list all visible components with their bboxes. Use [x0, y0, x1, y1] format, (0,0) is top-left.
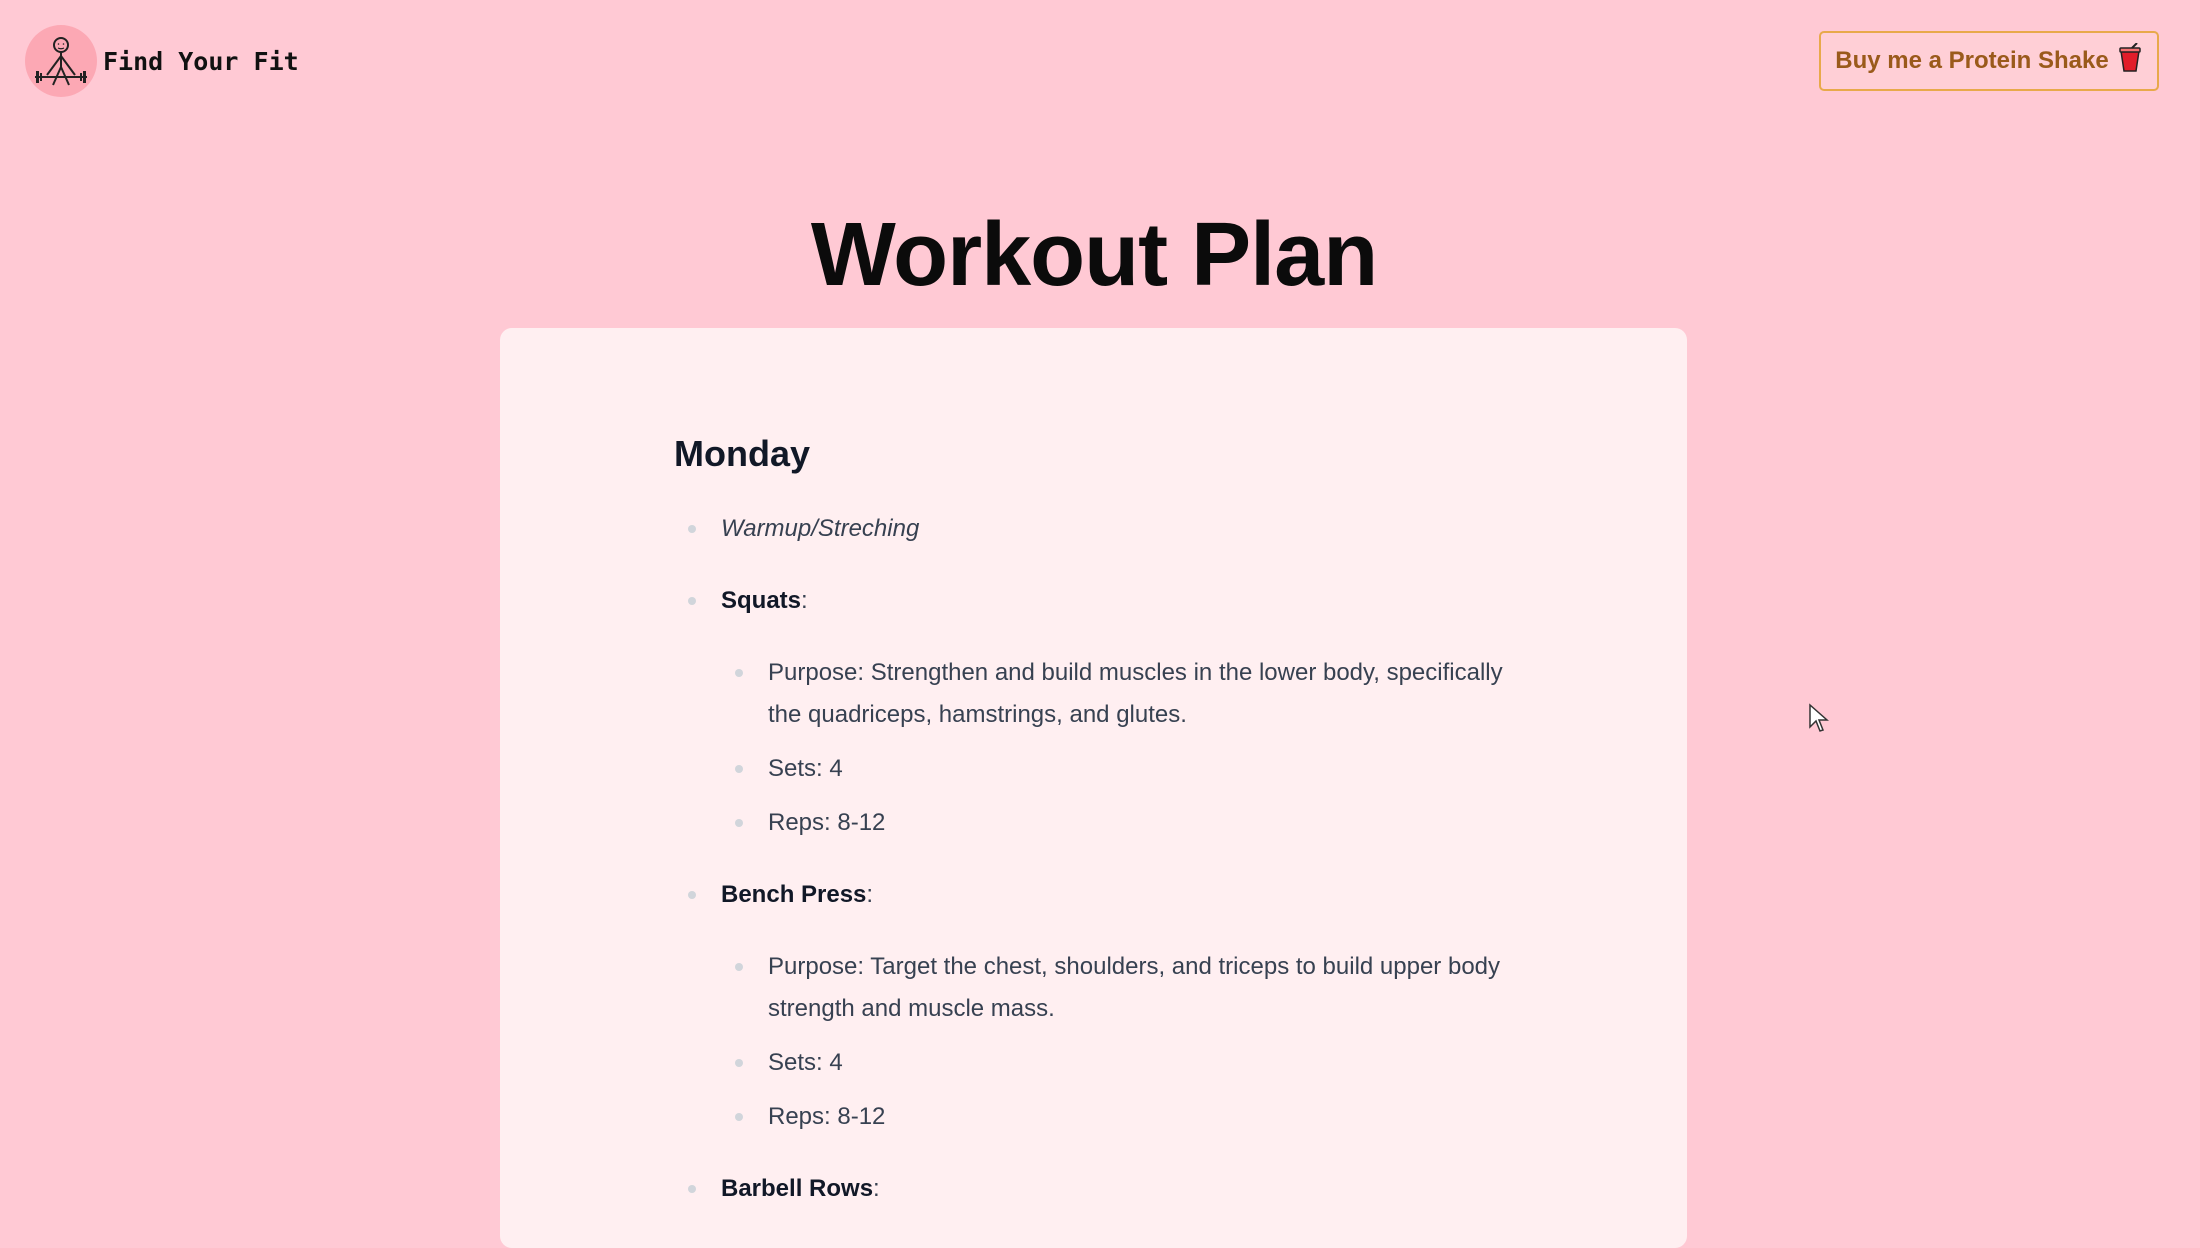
detail-item: Purpose: Target the chest, shoulders, an…	[721, 946, 1534, 1030]
exercise-label-suffix: :	[801, 587, 808, 614]
exercise-label-suffix: :	[873, 1175, 880, 1202]
list-item: Bench Press: Purpose: Target the chest, …	[674, 874, 1534, 1138]
exercise-label: Warmup/Streching	[721, 515, 920, 542]
detail-item: Sets: 4	[721, 748, 1534, 790]
exercise-details: Purpose: Target the chest, shoulders, an…	[721, 946, 1534, 1138]
list-item: Squats: Purpose: Strengthen and build mu…	[674, 580, 1534, 844]
day-heading: Monday	[674, 433, 811, 474]
weightlifter-icon	[25, 25, 97, 97]
exercise-label-suffix: :	[866, 881, 874, 908]
list-item: Barbell Rows:	[674, 1168, 1534, 1210]
cup-icon	[2117, 41, 2143, 80]
detail-item: Purpose: Strengthen and build muscles in…	[721, 652, 1534, 736]
brand-name: Find Your Fit	[103, 46, 299, 76]
workout-card: Monday Warmup/Streching Squats: Purpose:…	[500, 328, 1687, 1248]
mouse-cursor-icon	[1808, 703, 1830, 738]
exercise-label: Squats	[721, 587, 802, 614]
list-item: Warmup/Streching	[674, 508, 1534, 550]
exercise-label: Bench Press	[721, 881, 867, 908]
exercise-details: Purpose: Strengthen and build muscles in…	[721, 652, 1534, 844]
header: Find Your Fit Buy me a Protein Shake	[0, 0, 2200, 124]
buy-protein-shake-label: Buy me a Protein Shake	[1835, 47, 2109, 74]
detail-item: Sets: 4	[721, 1042, 1534, 1084]
exercise-list: Warmup/Streching Squats: Purpose: Streng…	[674, 508, 1534, 1240]
detail-item: Reps: 8-12	[721, 802, 1534, 844]
buy-protein-shake-button[interactable]: Buy me a Protein Shake	[1819, 31, 2159, 91]
detail-item: Reps: 8-12	[721, 1096, 1534, 1138]
page-title: Workout Plan	[810, 205, 1378, 305]
exercise-label: Barbell Rows	[721, 1175, 874, 1202]
brand[interactable]: Find Your Fit	[25, 25, 299, 97]
